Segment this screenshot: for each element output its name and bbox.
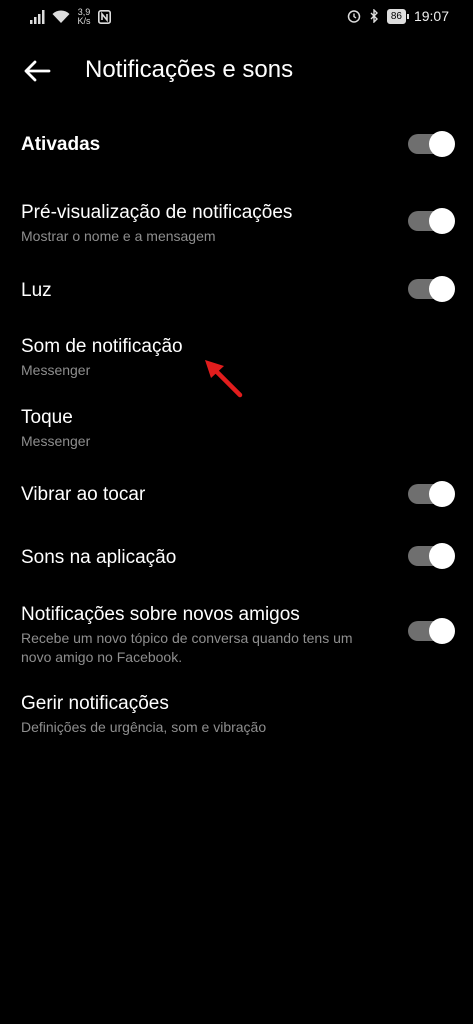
- setting-title: Sons na aplicação: [21, 547, 177, 568]
- setting-manage-notifications[interactable]: Gerir notificações Definições de urgênci…: [0, 689, 473, 739]
- setting-notification-preview[interactable]: Pré-visualização de notificações Mostrar…: [0, 198, 473, 254]
- network-speed: 3,9 K/s: [77, 7, 91, 26]
- toggle-knob: [429, 131, 455, 157]
- status-bar: 3,9 K/s 86 19:07: [0, 0, 473, 34]
- preview-toggle[interactable]: [408, 208, 455, 234]
- light-toggle[interactable]: [408, 276, 455, 302]
- status-left: 3,9 K/s: [30, 8, 111, 26]
- battery-indicator: 86: [386, 8, 410, 24]
- vibrate-toggle[interactable]: [408, 481, 455, 507]
- setting-light[interactable]: Luz: [0, 276, 473, 316]
- setting-subtitle: Definições de urgência, som e vibração: [21, 719, 267, 735]
- setting-title: Vibrar ao tocar: [21, 484, 146, 505]
- toggle-knob: [429, 276, 455, 302]
- setting-enabled[interactable]: Ativadas: [0, 130, 473, 186]
- back-arrow-icon[interactable]: [22, 56, 52, 86]
- bluetooth-icon: [370, 9, 378, 23]
- setting-in-app-sounds[interactable]: Sons na aplicação: [0, 543, 473, 583]
- alarm-icon: [347, 10, 361, 23]
- setting-title: Som de notificação: [21, 336, 183, 357]
- status-right: 86 19:07: [347, 8, 449, 24]
- setting-title: Toque: [21, 407, 73, 428]
- setting-title: Notificações sobre novos amigos: [21, 604, 300, 625]
- setting-title: Ativadas: [21, 134, 101, 155]
- setting-title: Luz: [21, 280, 52, 301]
- status-time: 19:07: [413, 8, 449, 24]
- setting-subtitle: Mostrar o nome e a mensagem: [21, 228, 216, 244]
- setting-subtitle: Recebe um novo tópico de conversa quando…: [21, 630, 353, 665]
- annotation-arrow-icon: [205, 360, 243, 398]
- toggle-knob: [429, 543, 455, 569]
- toggle-knob: [429, 481, 455, 507]
- setting-title: Pré-visualização de notificações: [21, 202, 293, 223]
- toggle-knob: [429, 618, 455, 644]
- signal-icon: [30, 10, 45, 24]
- app-bar: Notificações e sons: [0, 44, 473, 100]
- new-friends-toggle[interactable]: [408, 618, 455, 644]
- enabled-toggle[interactable]: [408, 131, 455, 157]
- setting-ringtone[interactable]: Toque Messenger: [0, 403, 473, 453]
- nfc-icon: [98, 10, 111, 24]
- page-title: Notificações e sons: [85, 56, 294, 83]
- setting-title: Gerir notificações: [21, 693, 169, 714]
- setting-vibrate[interactable]: Vibrar ao tocar: [0, 480, 473, 520]
- toggle-knob: [429, 208, 455, 234]
- in-app-sounds-toggle[interactable]: [408, 543, 455, 569]
- setting-new-friends[interactable]: Notificações sobre novos amigos Recebe u…: [0, 600, 473, 672]
- wifi-icon: [52, 10, 70, 23]
- setting-subtitle: Messenger: [21, 433, 91, 449]
